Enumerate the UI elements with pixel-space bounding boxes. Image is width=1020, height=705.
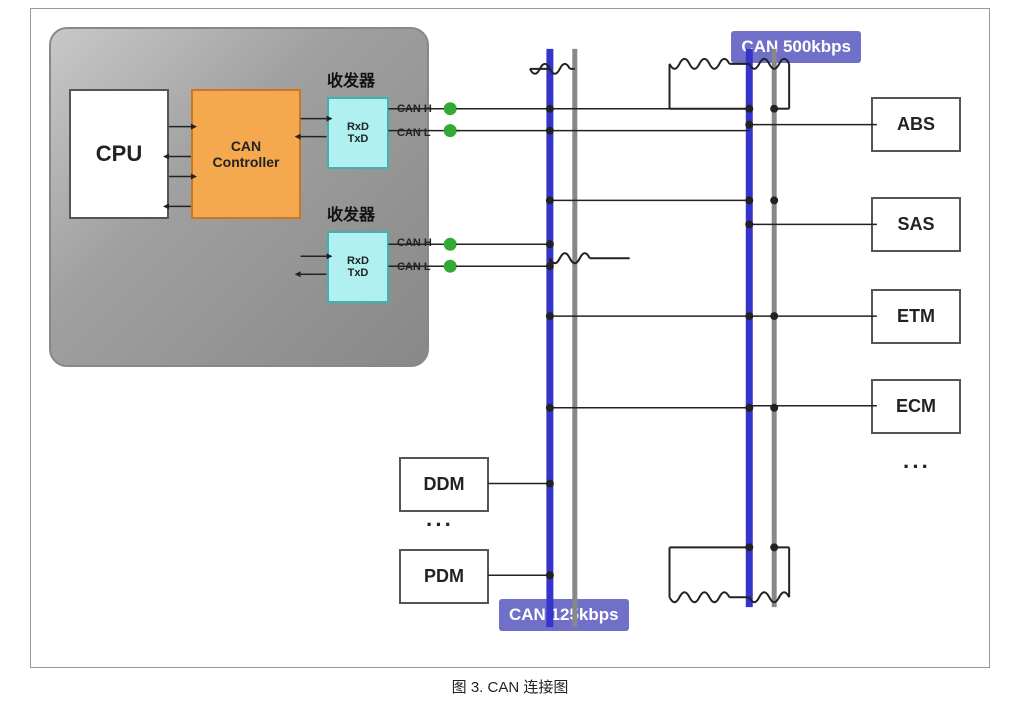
ddm-box: DDM	[399, 457, 489, 512]
transceiver2-rxd-txd: RxDTxD	[347, 255, 369, 279]
transceiver1-rxd-txd: RxDTxD	[347, 121, 369, 145]
pdm-label: PDM	[424, 566, 464, 587]
diagram-area: CPU CANController 收发器 RxDTxD 收发器 RxDTxD …	[31, 9, 989, 667]
cpu-box: CPU	[69, 89, 169, 219]
diagram-caption: 图 3. CAN 连接图	[452, 676, 569, 697]
dots-bottom: ···	[426, 512, 454, 538]
etm-label: ETM	[897, 306, 935, 327]
transceiver1-title: 收发器	[327, 67, 375, 91]
dots-right: ···	[903, 454, 931, 480]
sas-box: SAS	[871, 197, 961, 252]
canh2-label: CAN H	[397, 237, 432, 249]
canl2-label: CAN L	[397, 261, 431, 273]
cpu-label: CPU	[96, 141, 142, 167]
can-125kbps-badge: CAN 125kbps	[499, 599, 629, 631]
can-controller-box: CANController	[191, 89, 301, 219]
etm-box: ETM	[871, 289, 961, 344]
canh1-label: CAN H	[397, 103, 432, 115]
can-controller-label: CANController	[213, 138, 280, 170]
transceiver2-title: 收发器	[327, 201, 375, 225]
diagram-container: CPU CANController 收发器 RxDTxD 收发器 RxDTxD …	[30, 8, 990, 668]
abs-box: ABS	[871, 97, 961, 152]
sas-label: SAS	[897, 214, 934, 235]
can-500kbps-badge: CAN 500kbps	[731, 31, 861, 63]
ecm-label: ECM	[896, 396, 936, 417]
canl1-label: CAN L	[397, 127, 431, 139]
ddm-label: DDM	[424, 474, 465, 495]
transceiver2-box: RxDTxD	[327, 231, 389, 303]
transceiver1-box: RxDTxD	[327, 97, 389, 169]
ecm-box: ECM	[871, 379, 961, 434]
pdm-box: PDM	[399, 549, 489, 604]
abs-label: ABS	[897, 114, 935, 135]
